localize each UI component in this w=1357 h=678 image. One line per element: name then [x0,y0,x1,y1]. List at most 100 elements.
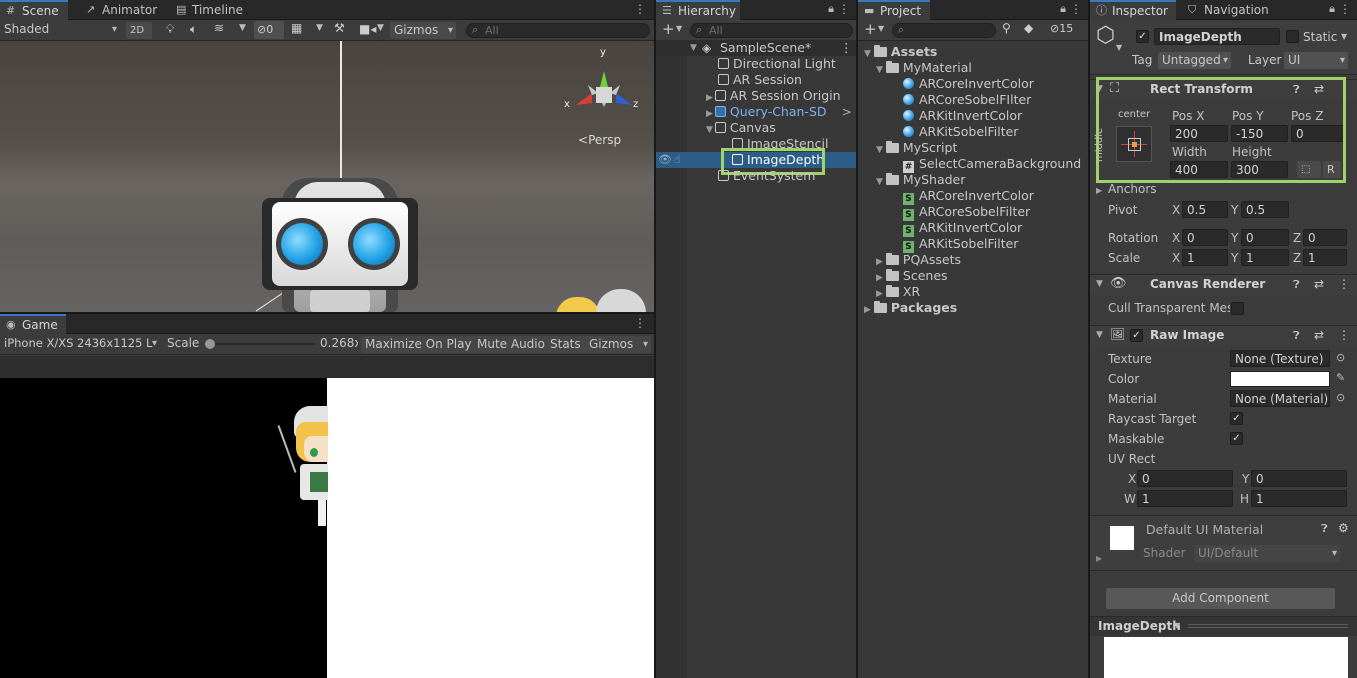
scale-y-field[interactable]: 1 [1241,249,1289,266]
tools-icon[interactable]: ⚒ [334,21,345,35]
uvrect-y-field[interactable]: 0 [1251,470,1347,487]
static-checkbox[interactable] [1286,30,1299,43]
effects-dropdown-icon[interactable]: ▼ [239,23,246,33]
filter-label-icon[interactable]: ◆ [1024,21,1033,35]
hidden-packages-toggle[interactable]: ⊘15 [1050,22,1073,35]
shading-dropdown[interactable]: Shaded [0,21,120,38]
expand-arrow-icon[interactable]: ▼ [1096,279,1103,289]
project-item-xr[interactable]: ▶ XR [876,284,920,300]
layer-dropdown[interactable]: UI [1284,52,1348,69]
project-item-shader[interactable]: S ARKitSobelFilter [903,236,1018,253]
scale-x-field[interactable]: 1 [1182,249,1228,266]
preview-dropdown-icon[interactable]: ▼ [1174,621,1180,630]
hierarchy-item-directional-light[interactable]: Directional Light [718,56,836,72]
uvrect-h-field[interactable]: 1 [1251,490,1347,507]
tab-inspector[interactable]: ⓘ Inspector [1090,0,1176,20]
pivot-y-field[interactable]: 0.5 [1241,201,1289,218]
component-menu-icon[interactable]: ⋮ [1338,328,1350,342]
add-dropdown-icon[interactable]: ▼ [676,24,682,33]
project-item-material[interactable]: ARKitSobelFilter [903,124,1018,140]
camera-icon[interactable]: ■◂ [359,22,376,36]
lock-icon[interactable]: 🔒︎ [1329,2,1335,16]
inspector-menu-icon[interactable]: ⋮ [1339,2,1351,16]
project-item-pqassets[interactable]: ▶ PQAssets [876,252,961,268]
add-dropdown-icon[interactable]: ▼ [878,24,884,33]
add-component-button[interactable]: Add Component [1106,588,1335,609]
collapse-arrow-icon[interactable]: ▶ [876,289,883,299]
mute-audio-toggle[interactable]: Mute Audio [473,336,549,353]
lock-icon[interactable]: 🔒︎ [828,2,834,16]
expand-arrow-icon[interactable]: ▼ [690,40,697,56]
project-item-shader[interactable]: S ARCoreSobelFilter [903,204,1030,221]
tab-game[interactable]: ◉ Game [0,314,66,334]
shader-dropdown[interactable]: UI/Default [1194,545,1340,562]
game-gizmos-dropdown[interactable]: Gizmos [585,336,651,353]
mode-2d-button[interactable]: 2D [126,22,152,39]
static-dropdown-icon[interactable]: ▼ [1341,32,1347,41]
lock-icon[interactable]: 🔒︎ [1060,2,1066,16]
preview-title[interactable]: ImageDepth [1098,619,1181,633]
help-icon[interactable]: ❓︎ [1293,278,1300,292]
texture-field[interactable]: None (Texture) [1230,350,1330,367]
hierarchy-item-ar-session[interactable]: AR Session [718,72,802,88]
pickable-icon[interactable]: ☝︎ [674,152,681,168]
raycast-checkbox[interactable]: ✓ [1230,412,1243,425]
filter-type-icon[interactable]: ⚲ [1002,21,1011,35]
project-item-packages[interactable]: ▶ Packages [864,300,957,316]
add-icon[interactable]: + [662,20,675,38]
grid-snap-icon[interactable]: ▦ [291,21,302,35]
lighting-icon[interactable]: 💡︎ [166,22,174,37]
canvas-renderer-header[interactable]: ▼ 👁︎ Canvas Renderer ❓︎ ⇄ ⋮ [1090,274,1357,294]
object-name-input[interactable]: ImageDepth [1154,28,1280,45]
help-icon[interactable]: ❓︎ [1293,329,1300,343]
project-item-mymaterial[interactable]: ▼ MyMaterial [876,60,972,76]
project-item-scenes[interactable]: ▶ Scenes [876,268,948,284]
hierarchy-item-query-chan[interactable]: ▶ Query-Chan-SD > [706,104,856,120]
stats-toggle[interactable]: Stats [546,336,585,353]
hierarchy-item-ar-session-origin[interactable]: ▶ AR Session Origin [706,88,841,104]
project-item-myshader[interactable]: ▼ MyShader [876,172,965,188]
expand-arrow-icon[interactable]: ▶ [1096,554,1102,563]
project-item-myscript[interactable]: ▼ MyScript [876,140,957,156]
prefab-open-icon[interactable]: > [842,104,852,120]
hierarchy-item-canvas[interactable]: ▼ Canvas [706,120,776,136]
anchors-label[interactable]: Anchors [1108,182,1157,196]
uvrect-w-field[interactable]: 1 [1137,490,1233,507]
collapse-arrow-icon[interactable]: ▶ [706,93,713,103]
collapse-arrow-icon[interactable]: ▶ [876,257,883,267]
maskable-checkbox[interactable]: ✓ [1230,432,1243,445]
game-menu-icon[interactable]: ⋮ [634,316,646,330]
eyedropper-icon[interactable]: ✎ [1336,371,1345,384]
expand-arrow-icon[interactable]: ▼ [876,177,883,187]
hierarchy-item-samplescene[interactable]: ▼ ◈ SampleScene* ⋮ [656,40,856,56]
tab-hierarchy[interactable]: ☰ Hierarchy [656,0,740,20]
tab-navigation[interactable]: ⛉ Navigation [1182,0,1277,20]
hidden-objects-toggle[interactable]: ⊘0 [254,21,284,39]
scene-menu-icon[interactable]: ⋮ [840,40,853,56]
scale-z-field[interactable]: 1 [1303,249,1347,266]
project-menu-icon[interactable]: ⋮ [1070,2,1082,16]
project-item-material[interactable]: ARCoreInvertColor [903,76,1034,92]
tab-scene[interactable]: # Scene [0,0,68,20]
visibility-icon[interactable]: 👁︎ [658,152,672,168]
presets-icon[interactable]: ⇄ [1314,277,1324,291]
cube-dropdown-icon[interactable]: ▼ [1116,43,1122,52]
effects-icon[interactable]: ≋ [214,21,224,35]
rotation-z-field[interactable]: 0 [1303,229,1347,246]
maximize-on-play-toggle[interactable]: Maximize On Play [361,336,476,353]
anchors-arrow-icon[interactable]: ▶ [1096,186,1102,195]
game-view[interactable] [0,378,654,678]
expand-arrow-icon[interactable]: ▼ [864,49,871,59]
project-item-material[interactable]: ARKitInvertColor [903,108,1022,124]
settings-icon[interactable]: ⚙ [1338,521,1349,535]
presets-icon[interactable]: ⇄ [1314,328,1324,342]
rotation-x-field[interactable]: 0 [1182,229,1228,246]
project-item-shader[interactable]: S ARCoreInvertColor [903,188,1034,205]
add-icon[interactable]: + [864,20,877,38]
rotation-y-field[interactable]: 0 [1241,229,1289,246]
project-item-shader[interactable]: S ARKitInvertColor [903,220,1022,237]
hierarchy-item-eventsystem[interactable]: EventSystem [718,168,815,184]
gizmos-dropdown[interactable]: Gizmos [390,22,456,39]
expand-arrow-icon[interactable]: ▼ [876,145,883,155]
orientation-gizmo[interactable]: y x z [562,47,646,139]
